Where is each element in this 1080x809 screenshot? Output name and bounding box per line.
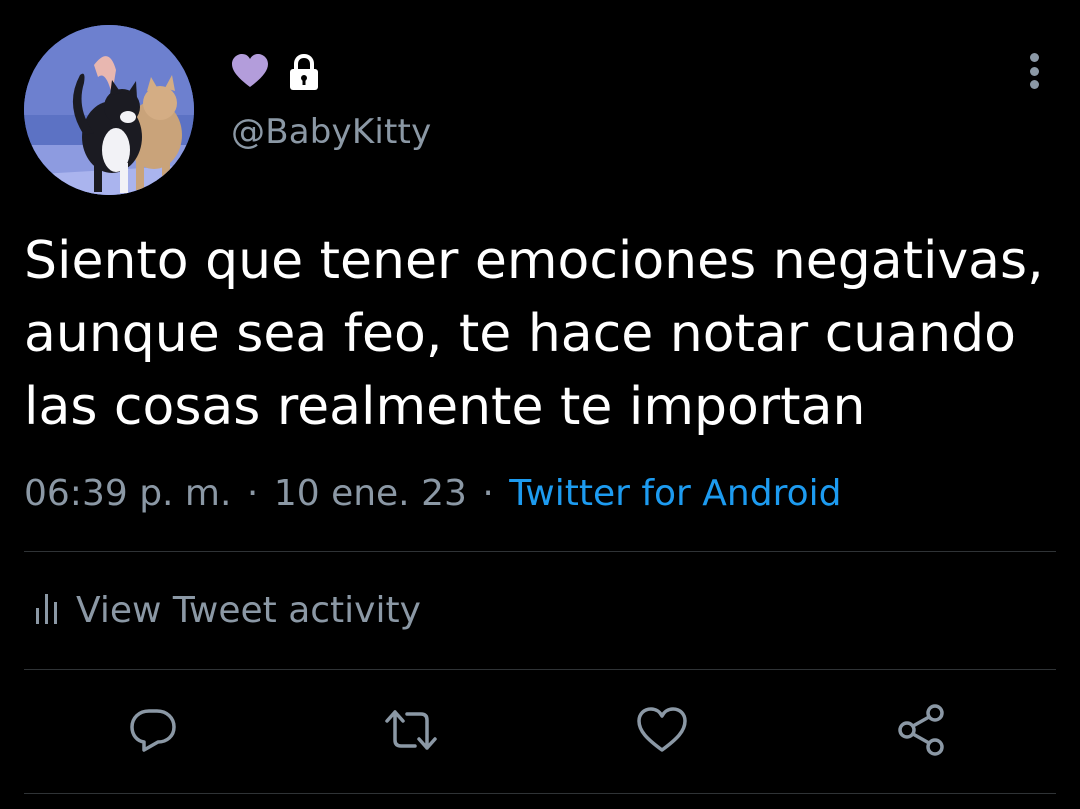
heart-icon	[635, 705, 689, 759]
view-tweet-activity-button[interactable]: View Tweet activity	[34, 586, 421, 636]
tweet-date: 10 ene. 23	[273, 473, 467, 514]
avatar[interactable]	[24, 25, 194, 195]
purple-heart-icon	[230, 52, 270, 92]
like-button[interactable]	[632, 702, 692, 762]
tweet-source-link[interactable]: Twitter for Android	[509, 473, 841, 514]
cats-avatar-icon	[24, 25, 194, 195]
tweet-detail: @BabyKitty Siento que tener emociones ne…	[0, 0, 1080, 809]
reply-button[interactable]	[123, 702, 183, 762]
share-icon	[895, 703, 949, 761]
retweet-icon	[383, 704, 439, 760]
reply-icon	[127, 704, 179, 760]
meta-separator: ·	[246, 473, 259, 514]
divider	[24, 793, 1056, 794]
dot	[1029, 66, 1039, 76]
lock-icon	[284, 52, 324, 92]
view-tweet-activity-label: View Tweet activity	[76, 590, 421, 631]
tweet-time: 06:39 p. m.	[24, 473, 232, 514]
share-button[interactable]	[892, 702, 952, 762]
username-handle[interactable]: @BabyKitty	[231, 112, 431, 152]
tweet-meta: 06:39 p. m. · 10 ene. 23 · Twitter for A…	[24, 472, 841, 516]
display-name-row	[230, 52, 324, 92]
divider	[24, 669, 1056, 670]
bar-chart-icon	[34, 592, 60, 630]
retweet-button[interactable]	[381, 702, 441, 762]
divider	[24, 551, 1056, 552]
meta-separator: ·	[482, 473, 494, 514]
tweet-text: Siento que tener emociones negativas, au…	[24, 231, 1044, 437]
dot	[1029, 53, 1039, 62]
dot	[1029, 80, 1039, 89]
more-options-button[interactable]	[1016, 50, 1052, 92]
